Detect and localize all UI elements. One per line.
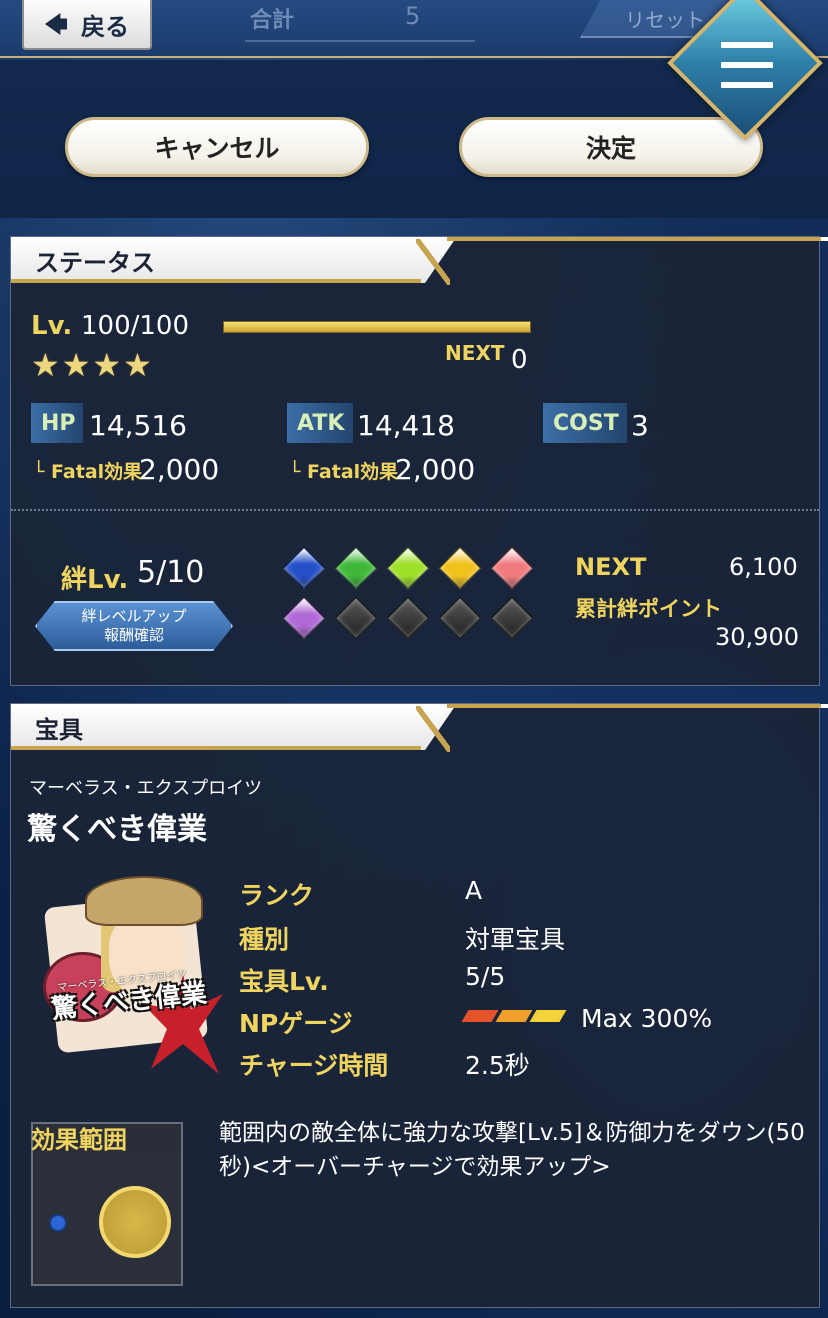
effect-range-label: 効果範囲 [31,1126,127,1154]
total-label: 合計 [250,8,295,33]
status-panel-header: ステータス [11,237,828,285]
np-level-label: 宝具Lv. [239,967,329,996]
caster-dot-icon [49,1214,67,1232]
cost-value: 3 [631,409,649,442]
np-gauge-bars [461,1010,567,1022]
bond-points-label: 累計絆ポイント [575,597,722,621]
level-next-label: NEXT [445,341,505,365]
level-progress-bar [223,321,531,333]
level-label: Lv. [31,311,73,341]
star-icon: ★ [61,346,91,384]
status-panel: ステータス Lv. 100/100 ★ ★ ★ ★ NEXT 0 HP 14,5… [10,236,828,686]
np-name: 驚くべき偉業 [27,812,207,847]
rank-label: ランク [239,881,315,910]
back-button[interactable]: 戻る [22,0,152,50]
bond-gem-icon [386,596,430,640]
level-value: 100/100 [81,311,190,341]
np-title: 宝具 [35,716,83,744]
cost-label: COST [553,410,619,436]
atk-value: 14,418 [357,409,455,442]
bond-level-label: 絆Lv. [61,565,129,595]
hp-label: HP [41,410,76,436]
decide-label: 決定 [585,134,636,163]
bond-points-value: 30,900 [715,623,799,651]
atk-fatal-label: └ Fatal効果 [289,461,399,483]
np-level-value: 5/5 [465,962,506,991]
np-panel-header: 宝具 [11,704,828,752]
hp-fatal-value: 2,000 [139,453,220,486]
type-label: 種別 [239,925,290,954]
rank-value: A [465,876,483,905]
bond-gem-icon [490,546,534,590]
atk-fatal-value: 2,000 [395,453,476,486]
bond-level-value: 5/10 [137,555,205,590]
atk-label: ATK [297,410,345,436]
total-value: 5 [405,2,421,30]
rarity-stars: ★ ★ ★ ★ [31,349,152,381]
np-gauge-segment [529,1010,567,1022]
bond-gem-icon [282,546,326,590]
hat-icon [85,876,203,926]
np-description: 範囲内の敵全体に強力な攻撃[Lv.5]＆防御力をダウン(50秒)<オーバーチャー… [219,1120,805,1180]
bond-gem-icon [438,596,482,640]
hp-tag: HP [31,403,83,443]
star-icon: ★ [123,346,152,384]
bond-reward-button[interactable]: 絆レベルアップ 報酬確認 [35,601,233,651]
np-gauge-segment [495,1010,533,1022]
cancel-button[interactable]: キャンセル [65,117,369,177]
bond-reward-line2: 報酬確認 [103,626,164,644]
bond-gem-icon [282,596,326,640]
bond-reward-line1: 絆レベルアップ [81,607,187,625]
hp-value: 14,516 [89,409,187,442]
total-underline [245,40,475,42]
cancel-label: キャンセル [154,134,280,163]
type-value: 対軍宝具 [465,925,566,954]
np-ruby: マーベラス・エクスプロイツ [29,778,263,799]
bond-gem-icon [438,546,482,590]
back-label: 戻る [81,12,129,41]
noble-phantasm-panel: 宝具 マーベラス・エクスプロイツ 驚くべき偉業 マーベラス・エクスプロイツ 驚く… [10,703,828,1308]
atk-tag: ATK [287,403,353,443]
charge-value: 2.5秒 [465,1051,530,1080]
divider [11,509,819,511]
bond-next-label: NEXT [575,553,647,581]
np-gauge-segment [461,1010,499,1022]
bond-gem-icon [386,546,430,590]
cost-tag: COST [543,403,627,443]
reset-label: リセット [625,7,705,32]
star-icon: ★ [31,346,60,384]
status-title: ステータス [35,249,155,277]
level-next-value: 0 [511,345,528,375]
bond-next-value: 6,100 [729,553,798,581]
bond-gem-icon [334,596,378,640]
np-gauge-value: Max 300% [581,1004,713,1033]
menu-icon[interactable] [721,42,773,88]
charge-label: チャージ時間 [239,1051,389,1080]
back-arrow-icon [45,13,67,35]
np-card-image: マーベラス・エクスプロイツ 驚くべき偉業 [43,874,223,1084]
bond-gem-icon [334,546,378,590]
star-icon: ★ [92,346,122,384]
np-gauge-label: NPゲージ [239,1009,353,1038]
decide-button[interactable]: 決定 [459,117,763,177]
bond-gem-icon [490,596,534,640]
hp-fatal-label: └ Fatal効果 [33,461,143,483]
target-area-icon [99,1186,171,1258]
